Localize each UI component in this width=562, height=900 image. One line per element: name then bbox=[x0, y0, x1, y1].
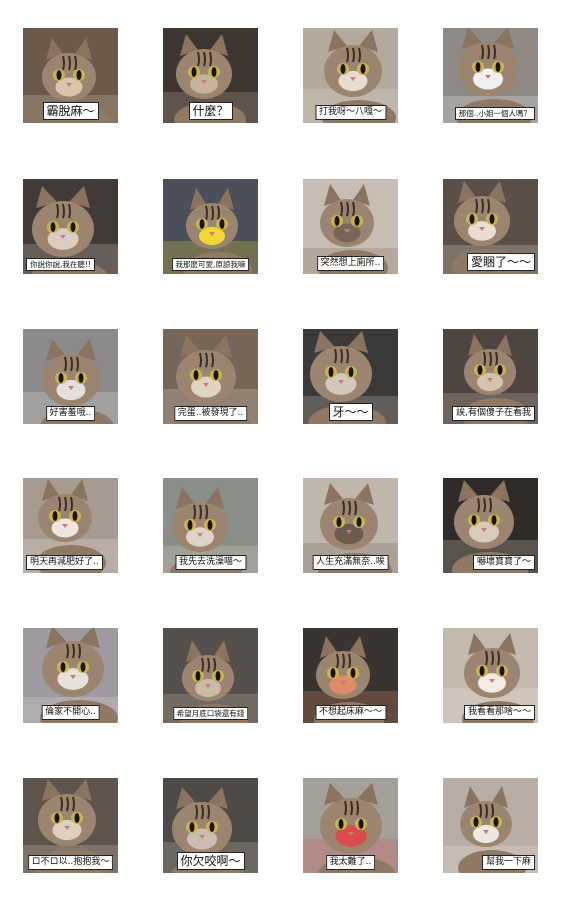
sticker-tile[interactable]: ロ不ロ以..抱抱我～ bbox=[23, 778, 118, 873]
sticker-caption: 我太難了.. bbox=[325, 855, 376, 870]
sticker-caption: ロ不ロ以..抱抱我～ bbox=[27, 855, 114, 870]
sticker-caption: 明天再減肥好了.. bbox=[26, 555, 103, 570]
sticker-tile[interactable]: 不想起床麻～～ bbox=[303, 628, 398, 723]
sticker-tile[interactable]: 你說你說,我在聽!! bbox=[23, 179, 118, 274]
sticker-caption: 好害羞哦.. bbox=[45, 406, 96, 421]
sticker-tile[interactable]: 完蛋..被發現了.. bbox=[163, 329, 258, 424]
sticker-tile[interactable]: 我那麼可愛,原諒我嘛 bbox=[163, 179, 258, 274]
sticker-tile[interactable]: 霸脫麻～ bbox=[23, 28, 118, 123]
sticker-caption: 什麼？ bbox=[188, 101, 233, 120]
sticker-caption: 你欠咬啊～ bbox=[176, 851, 245, 870]
sticker-tile[interactable]: 希望月底口袋還有錢 bbox=[163, 628, 258, 723]
sticker-tile[interactable]: 誒,有個傻子在看我 bbox=[443, 329, 538, 424]
sticker-caption: 倫家不開心.. bbox=[41, 705, 100, 720]
sticker-caption: 你說你說,我在聽!! bbox=[26, 258, 95, 271]
sticker-tile[interactable]: 打我呀～八嘎～ bbox=[303, 28, 398, 123]
sticker-caption: 誒,有個傻子在看我 bbox=[452, 406, 535, 421]
sticker-tile[interactable]: 那個..小姐一個人嗎？ bbox=[443, 28, 538, 123]
sticker-caption: 愛睏了～～ bbox=[466, 252, 535, 271]
sticker-caption: 霸脫麻～ bbox=[42, 101, 99, 120]
sticker-tile[interactable]: 愛睏了～～ bbox=[443, 179, 538, 274]
sticker-tile[interactable]: 明天再減肥好了.. bbox=[23, 478, 118, 573]
sticker-tile[interactable]: 你欠咬啊～ bbox=[163, 778, 258, 873]
sticker-tile[interactable]: 突然想上廁所.. bbox=[303, 179, 398, 274]
sticker-tile[interactable]: 牙～～ bbox=[303, 329, 398, 424]
sticker-caption: 牙～～ bbox=[328, 402, 373, 421]
sticker-tile[interactable]: 我太難了.. bbox=[303, 778, 398, 873]
sticker-grid: 霸脫麻～ 什麼？ 打我呀～八嘎～ 那個..小姐一個人嗎？ 你說你說,我在聽!! 我那麼可愛… bbox=[0, 0, 562, 900]
sticker-caption: 我先去洗澡喵～ bbox=[174, 555, 247, 570]
sticker-caption: 我看看那啥～～ bbox=[463, 705, 535, 720]
sticker-tile[interactable]: 我看看那啥～～ bbox=[443, 628, 538, 723]
sticker-tile[interactable]: 我先去洗澡喵～ bbox=[163, 478, 258, 573]
sticker-caption: 幫我一下麻 bbox=[481, 855, 535, 870]
sticker-caption: 不想起床麻～～ bbox=[314, 705, 387, 720]
sticker-tile[interactable]: 人生充滿無奈..唉 bbox=[303, 478, 398, 573]
sticker-tile[interactable]: 嚇壞寶寶了～ bbox=[443, 478, 538, 573]
sticker-caption: 人生充滿無奈..唉 bbox=[312, 555, 389, 570]
sticker-caption: 突然想上廁所.. bbox=[316, 256, 385, 271]
sticker-tile[interactable]: 什麼？ bbox=[163, 28, 258, 123]
sticker-tile[interactable]: 倫家不開心.. bbox=[23, 628, 118, 723]
sticker-tile[interactable]: 好害羞哦.. bbox=[23, 329, 118, 424]
sticker-caption: 打我呀～八嘎～ bbox=[314, 105, 387, 120]
sticker-caption: 我那麼可愛,原諒我嘛 bbox=[171, 258, 250, 271]
sticker-caption: 完蛋..被發現了.. bbox=[173, 406, 248, 421]
sticker-caption: 那個..小姐一個人嗎？ bbox=[454, 107, 535, 120]
sticker-tile[interactable]: 幫我一下麻 bbox=[443, 778, 538, 873]
sticker-caption: 希望月底口袋還有錢 bbox=[172, 707, 249, 720]
sticker-caption: 嚇壞寶寶了～ bbox=[472, 555, 535, 570]
